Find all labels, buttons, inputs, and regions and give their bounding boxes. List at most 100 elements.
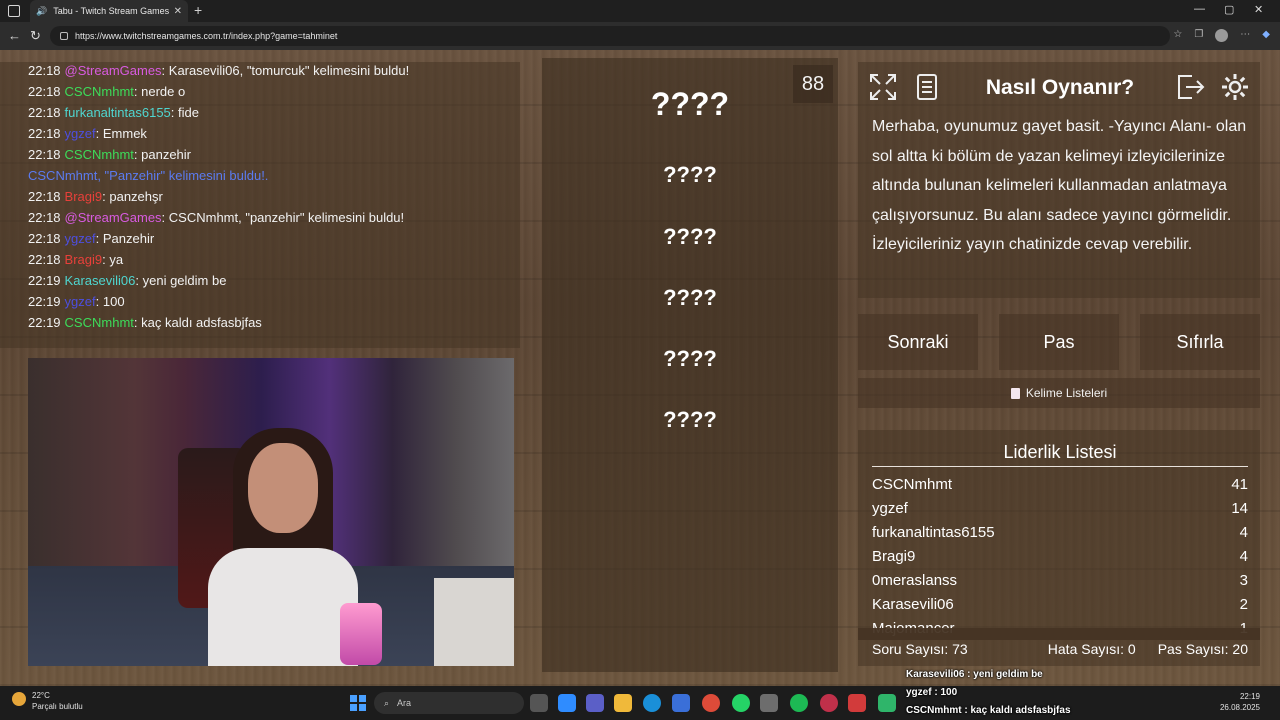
store-icon[interactable] bbox=[672, 694, 690, 712]
chat-text: CSCNmhmt, "panzehir" kelimesini buldu! bbox=[168, 210, 405, 225]
chat-text: nerde o bbox=[141, 84, 186, 99]
system-clock[interactable]: 22:19 26.08.2025 bbox=[1220, 691, 1260, 713]
notepad-icon bbox=[1010, 387, 1020, 399]
chat-username[interactable]: ygzef bbox=[65, 126, 96, 141]
copilot-icon[interactable]: ◆ bbox=[1262, 29, 1270, 42]
main-word: ???? bbox=[650, 86, 730, 122]
logout-icon[interactable] bbox=[1174, 70, 1208, 104]
browser-tab[interactable]: 🔊 Tabu - Twitch Stream Games ✕ bbox=[30, 0, 188, 22]
more-icon[interactable]: ⋯ bbox=[1240, 29, 1250, 42]
spotify-icon[interactable] bbox=[790, 694, 808, 712]
overlay-chat-message: ygzef : 100 bbox=[906, 684, 1071, 702]
fullscreen-icon[interactable] bbox=[866, 70, 900, 104]
chat-username[interactable]: @StreamGames bbox=[65, 63, 162, 78]
chat-username[interactable]: ygzef bbox=[65, 231, 96, 246]
chat-message: 22:19 ygzef: 100 bbox=[0, 291, 520, 312]
chat-username[interactable]: furkanaltintas6155 bbox=[65, 105, 171, 120]
player-score: 4 bbox=[1239, 524, 1248, 541]
cam-lamp bbox=[340, 603, 382, 665]
new-tab-icon[interactable]: + bbox=[194, 2, 202, 18]
forbidden-word: ???? bbox=[663, 346, 717, 371]
maximize-icon[interactable]: ▢ bbox=[1224, 3, 1234, 16]
chat-username[interactable]: Karasevili06 bbox=[65, 273, 136, 288]
close-tab-icon[interactable]: ✕ bbox=[174, 6, 182, 17]
chat-message: 22:18 CSCNmhmt: nerde o bbox=[0, 81, 520, 102]
chat-time: 22:19 bbox=[28, 294, 61, 309]
how-to-text: Merhaba, oyunumuz gayet basit. -Yayıncı … bbox=[872, 118, 1247, 254]
chat-username[interactable]: Bragi9 bbox=[65, 189, 103, 204]
chrome-icon[interactable] bbox=[702, 694, 720, 712]
reset-button[interactable]: Sıfırla bbox=[1140, 314, 1260, 370]
player-score: 4 bbox=[1239, 548, 1248, 565]
chat-username[interactable]: Bragi9 bbox=[65, 252, 103, 267]
url-input[interactable]: https://www.twitchstreamgames.com.tr/ind… bbox=[50, 26, 1170, 46]
minimize-icon[interactable]: — bbox=[1194, 3, 1205, 15]
windows-taskbar: 22°C Parçalı bulutlu ⌕ Ara 22:19 26.08.2… bbox=[0, 686, 1280, 720]
winrar-icon[interactable] bbox=[848, 694, 866, 712]
chat-username[interactable]: CSCNmhmt, "Panzehir" kelimesini buldu!. bbox=[28, 168, 268, 183]
chat-time: 22:19 bbox=[28, 315, 61, 330]
player-score: 2 bbox=[1239, 596, 1248, 613]
overlay-chat-message: CSCNmhmt : kaç kaldı adsfasbjfas bbox=[906, 702, 1071, 720]
file-explorer-icon[interactable] bbox=[614, 694, 632, 712]
task-view-icon[interactable] bbox=[530, 694, 548, 712]
chat-time: 22:18 bbox=[28, 63, 61, 78]
chat-username[interactable]: CSCNmhmt bbox=[65, 147, 134, 162]
weather-widget[interactable]: 22°C Parçalı bulutlu bbox=[12, 690, 83, 712]
collections-icon[interactable]: ❐ bbox=[1194, 29, 1203, 42]
refresh-icon[interactable]: ↻ bbox=[30, 28, 41, 44]
chat-text: yeni geldim be bbox=[142, 273, 227, 288]
overlay-text: yeni geldim be bbox=[973, 669, 1043, 680]
edge-icon[interactable] bbox=[643, 694, 661, 712]
how-to-title: Nasıl Oynanır? bbox=[985, 76, 1135, 99]
chat-time: 22:19 bbox=[28, 273, 61, 288]
opera-icon[interactable] bbox=[820, 694, 838, 712]
forbidden-word: ???? bbox=[663, 407, 717, 432]
start-icon[interactable] bbox=[350, 695, 366, 711]
chat-message: 22:18 ygzef: Panzehir bbox=[0, 228, 520, 249]
chat-colon: : bbox=[170, 105, 179, 120]
taskbar-search[interactable]: ⌕ Ara bbox=[374, 692, 524, 714]
window-menu-icon[interactable] bbox=[8, 5, 20, 17]
copilot-app-icon[interactable] bbox=[558, 694, 576, 712]
leaderboard-stats: Soru Sayısı: 73 Hata Sayısı: 0 Pas Sayıs… bbox=[872, 641, 1248, 657]
url-text: https://www.twitchstreamgames.com.tr/ind… bbox=[75, 31, 338, 41]
next-button[interactable]: Sonraki bbox=[858, 314, 978, 370]
chat-username[interactable]: CSCNmhmt bbox=[65, 315, 134, 330]
app-icon-green[interactable] bbox=[878, 694, 896, 712]
speaker-icon[interactable]: 🔊 bbox=[36, 6, 47, 17]
word-lists-button[interactable]: Kelime Listeleri bbox=[858, 378, 1260, 408]
chat-username[interactable]: ygzef bbox=[65, 294, 96, 309]
leaderboard-row: ygzef 14 bbox=[872, 500, 1248, 524]
pass-button[interactable]: Pas bbox=[999, 314, 1119, 370]
chat-time: 22:18 bbox=[28, 252, 61, 267]
overlay-username: ygzef bbox=[906, 687, 932, 698]
favorite-icon[interactable]: ☆ bbox=[1173, 29, 1182, 42]
chat-colon: : bbox=[161, 210, 169, 225]
toolbar-icons: ☆ ❐ ⋯ ◆ bbox=[1173, 29, 1270, 42]
chat-message: 22:18 CSCNmhmt: panzehir bbox=[0, 144, 520, 165]
close-window-icon[interactable]: ✕ bbox=[1254, 3, 1263, 16]
chat-log: 22:18 @StreamGames: Karasevili06, "tomurc… bbox=[0, 60, 520, 350]
address-bar-row: ← ↻ https://www.twitchstreamgames.com.tr… bbox=[0, 22, 1280, 50]
chat-username[interactable]: CSCNmhmt bbox=[65, 84, 134, 99]
back-icon[interactable]: ← bbox=[8, 28, 21, 43]
webcam-feed bbox=[28, 358, 514, 666]
cam-face bbox=[248, 443, 318, 533]
chat-time: 22:18 bbox=[28, 231, 61, 246]
player-score: 41 bbox=[1231, 476, 1248, 493]
search-label: Ara bbox=[397, 698, 412, 708]
overlay-text: 100 bbox=[940, 687, 958, 698]
leaderboard-row: 0meraslanss 3 bbox=[872, 572, 1248, 596]
document-icon[interactable] bbox=[910, 70, 944, 104]
chat-username[interactable]: @StreamGames bbox=[65, 210, 162, 225]
site-info-icon[interactable] bbox=[60, 32, 68, 40]
leaderboard-row: Karasevili06 2 bbox=[872, 596, 1248, 620]
profile-avatar[interactable] bbox=[1215, 29, 1229, 42]
chat-message: 22:19 Karasevili06: yeni geldim be bbox=[0, 270, 520, 291]
teams-icon[interactable] bbox=[586, 694, 604, 712]
app-icon[interactable] bbox=[760, 694, 778, 712]
whatsapp-icon[interactable] bbox=[732, 694, 750, 712]
chat-text: Karasevili06, "tomurcuk" kelimesini buld… bbox=[168, 63, 410, 78]
settings-gear-icon[interactable] bbox=[1218, 70, 1252, 104]
